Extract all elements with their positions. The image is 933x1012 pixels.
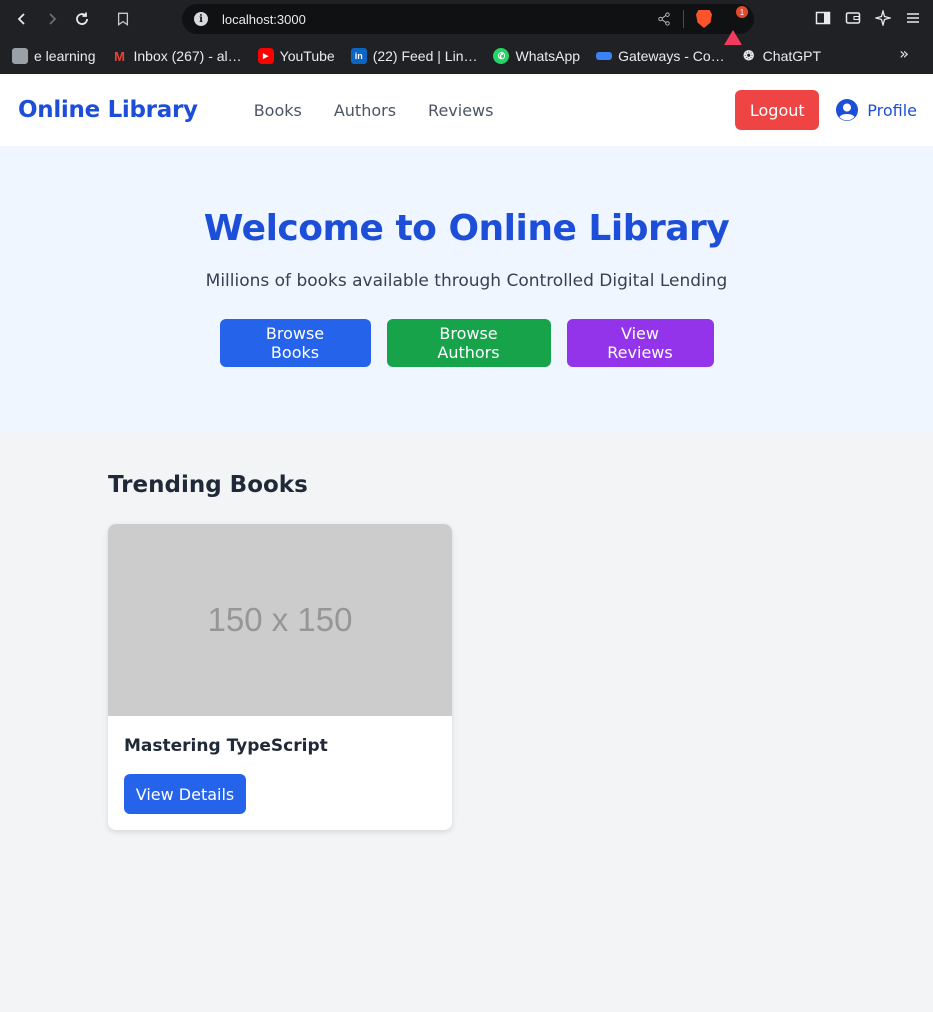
gateways-icon [596,52,613,60]
trending-heading: Trending Books [108,472,308,498]
bookmark-item[interactable]: ▶ YouTube [257,48,335,64]
nav-right: Logout Profile [735,90,917,130]
wallet-icon[interactable] [845,10,861,26]
nav-links: Books Authors Reviews [254,101,494,120]
bookmark-label: ChatGPT [762,48,822,64]
menu-icon[interactable] [905,10,921,26]
browser-chrome: i localhost:3000 1 e learning M Inbox (2… [0,0,933,74]
whatsapp-icon: ✆ [493,48,510,64]
bookmarks-bar: e learning M Inbox (267) - al… ▶ YouTube… [0,38,933,74]
back-icon[interactable] [12,9,32,29]
bookmark-label: Gateways - Co… [618,48,725,64]
bookmark-item[interactable]: Gateways - Co… [596,48,725,64]
more-bookmarks-icon[interactable]: » [899,44,909,63]
book-card: 150 x 150 Mastering TypeScript View Deta… [108,524,452,830]
chatgpt-icon: ❂ [743,48,755,63]
url-text[interactable]: localhost:3000 [222,12,306,27]
brave-shields-icon[interactable] [696,10,712,28]
trending-section: Trending Books 150 x 150 Mastering TypeS… [0,432,933,830]
brave-rewards-icon[interactable]: 1 [724,6,748,45]
logout-button[interactable]: Logout [735,90,820,130]
rewards-badge: 1 [736,6,748,18]
url-separator [683,10,684,28]
bookmark-item[interactable]: ❂ ChatGPT [741,48,821,64]
view-reviews-button[interactable]: View Reviews [566,319,714,367]
bookmark-label: e learning [34,48,96,64]
app-navbar: Online Library Books Authors Reviews Log… [0,74,933,146]
user-circle-icon [836,99,859,121]
linkedin-icon: in [350,48,367,64]
bookmark-label: WhatsApp [515,48,581,64]
hero-section: Welcome to Online Library Millions of bo… [0,146,933,432]
share-icon[interactable] [657,12,671,26]
forward-icon[interactable] [42,9,62,29]
site-logo[interactable]: Online Library [18,97,198,123]
book-cover-placeholder: 150 x 150 [108,524,452,716]
address-bar[interactable]: i localhost:3000 1 [182,4,754,45]
leo-ai-icon[interactable] [875,10,891,26]
browse-books-button[interactable]: Browse Books [219,319,371,367]
reload-icon[interactable] [72,9,92,29]
view-details-button[interactable]: View Details [124,774,246,814]
bookmark-item[interactable]: M Inbox (267) - al… [112,48,242,64]
bookmark-item[interactable]: e learning [12,48,96,64]
site-info-icon[interactable]: i [194,12,208,26]
book-card-body: Mastering TypeScript View Details [108,716,452,830]
book-title: Mastering TypeScript [124,736,328,756]
folder-icon [12,48,28,64]
sidebar-toggle-icon[interactable] [815,10,831,26]
bookmark-label: YouTube [279,48,335,64]
bookmark-item[interactable]: ✆ WhatsApp [493,48,580,64]
nav-link-authors[interactable]: Authors [334,101,396,120]
nav-link-books[interactable]: Books [254,101,302,120]
browse-authors-button[interactable]: Browse Authors [386,319,551,367]
profile-link[interactable]: Profile [835,98,917,122]
hero-buttons: Browse Books Browse Authors View Reviews [219,319,714,367]
youtube-icon: ▶ [257,48,274,64]
profile-label: Profile [867,100,917,120]
bookmark-icon[interactable] [116,10,134,28]
bookmark-label: Inbox (267) - al… [133,48,242,64]
browser-actions [815,10,921,26]
gmail-icon: M [114,48,125,64]
hero-title: Welcome to Online Library [203,208,730,249]
hero-subtitle: Millions of books available through Cont… [205,271,728,291]
bookmark-item[interactable]: in (22) Feed | Lin… [350,48,478,64]
bookmark-label: (22) Feed | Lin… [372,48,478,64]
nav-link-reviews[interactable]: Reviews [428,101,493,120]
